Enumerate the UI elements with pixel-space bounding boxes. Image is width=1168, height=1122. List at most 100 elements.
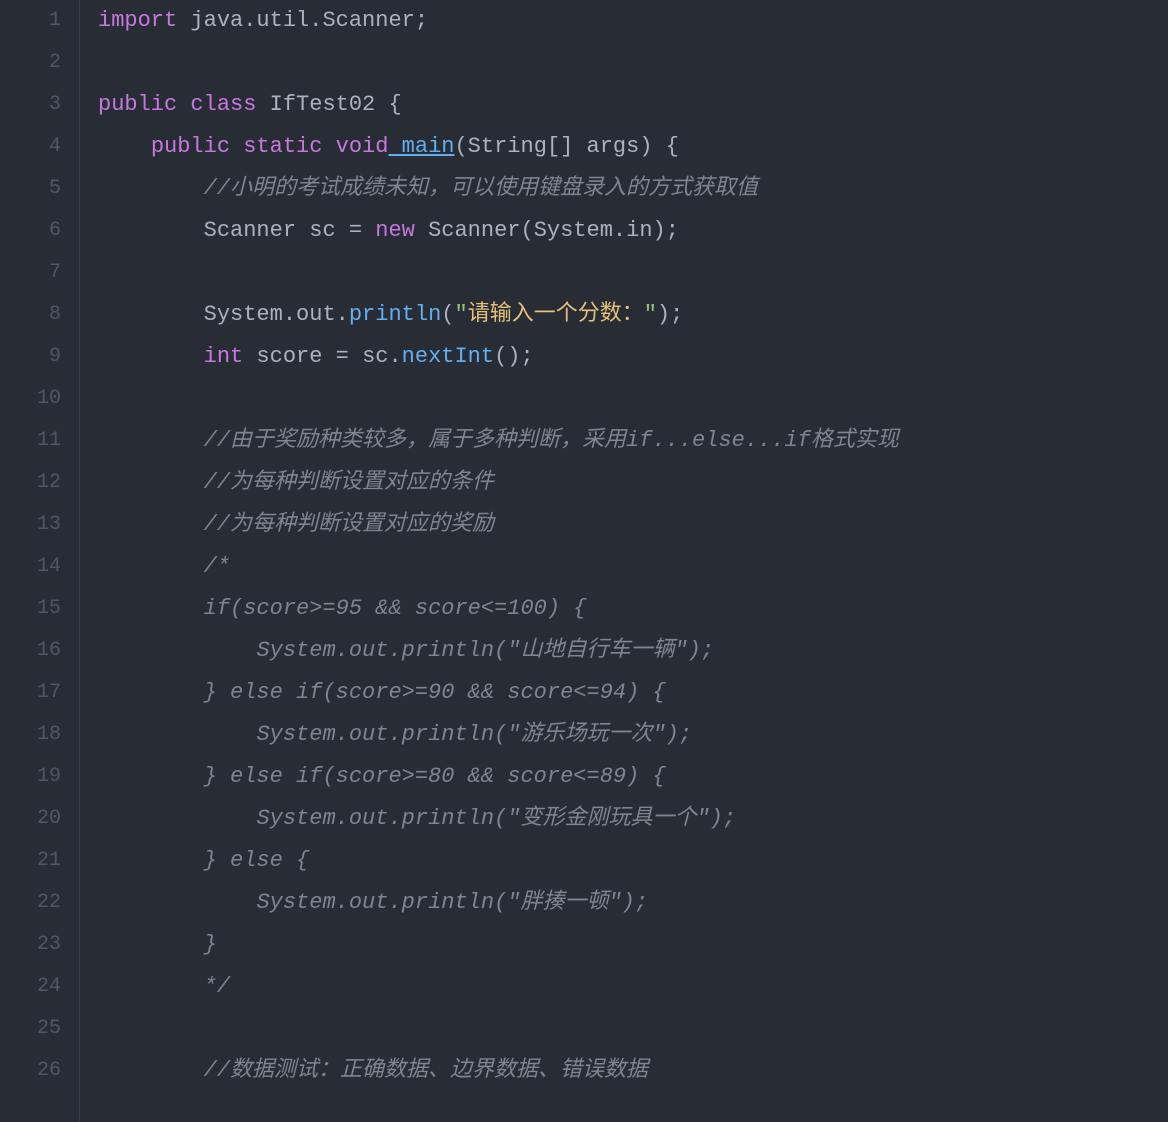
code-line-4[interactable]: public static void main(String[] args) {	[98, 126, 1168, 168]
quote: "	[644, 302, 657, 327]
comment: //小明的考试成绩未知，可以使用键盘录入的方式获取值	[204, 176, 758, 201]
package-path: java.util.Scanner;	[177, 8, 428, 33]
line-number: 14	[10, 546, 61, 588]
method-args: (String[] args) {	[454, 134, 678, 159]
quote: "	[454, 302, 467, 327]
indent	[98, 722, 256, 747]
code-line-19[interactable]: } else if(score>=80 && score<=89) {	[98, 756, 1168, 798]
method-main: main	[388, 134, 454, 159]
equals: =	[322, 344, 362, 369]
code-line-11[interactable]: //由于奖励种类较多，属于多种判断，采用if...else...if格式实现	[98, 420, 1168, 462]
line-number: 24	[10, 966, 61, 1008]
code-line-2[interactable]	[98, 42, 1168, 84]
code-line-13[interactable]: //为每种判断设置对应的奖励	[98, 504, 1168, 546]
line-number: 11	[10, 420, 61, 462]
code-line-10[interactable]	[98, 378, 1168, 420]
string-literal: 请输入一个分数：	[468, 302, 644, 327]
paren-open: (	[441, 302, 454, 327]
commented-code: System.out.println("胖揍一顿");	[256, 890, 648, 915]
code-line-9[interactable]: int score = sc.nextInt();	[98, 336, 1168, 378]
line-number: 19	[10, 756, 61, 798]
constructor: Scanner	[415, 218, 521, 243]
line-number: 21	[10, 840, 61, 882]
line-number: 16	[10, 630, 61, 672]
code-line-23[interactable]: }	[98, 924, 1168, 966]
code-editor: 1 2 3 4 5 6 7 8 9 10 11 12 13 14 15 16 1…	[0, 0, 1168, 1122]
code-line-26[interactable]: //数据测试：正确数据、边界数据、错误数据	[98, 1050, 1168, 1092]
method-println: println	[349, 302, 441, 327]
code-line-12[interactable]: //为每种判断设置对应的条件	[98, 462, 1168, 504]
indent	[98, 596, 204, 621]
indent	[98, 848, 204, 873]
commented-code: System.out.println("游乐场玩一次");	[256, 722, 692, 747]
comment: //为每种判断设置对应的奖励	[204, 512, 494, 537]
comment: //为每种判断设置对应的条件	[204, 470, 494, 495]
line-number: 4	[10, 126, 61, 168]
indent	[98, 638, 256, 663]
method-nextint: nextInt	[402, 344, 494, 369]
keyword-void: void	[322, 134, 388, 159]
line-number: 15	[10, 588, 61, 630]
line-number: 12	[10, 462, 61, 504]
equals: =	[336, 218, 376, 243]
line-number: 25	[10, 1008, 61, 1050]
line-number: 8	[10, 294, 61, 336]
code-line-8[interactable]: System.out.println("请输入一个分数：");	[98, 294, 1168, 336]
indent	[98, 974, 204, 999]
line-number: 17	[10, 672, 61, 714]
indent	[98, 806, 256, 831]
indent	[98, 764, 204, 789]
line-number: 1	[10, 0, 61, 42]
code-content[interactable]: import java.util.Scanner; public class I…	[80, 0, 1168, 1122]
code-line-15[interactable]: if(score>=95 && score<=100) {	[98, 588, 1168, 630]
sc-ref: sc.	[362, 344, 402, 369]
class-name: IfTest02	[256, 92, 375, 117]
indent	[98, 1058, 204, 1083]
keyword-public: public	[98, 92, 177, 117]
line-number: 5	[10, 168, 61, 210]
line-number: 2	[10, 42, 61, 84]
code-line-17[interactable]: } else if(score>=90 && score<=94) {	[98, 672, 1168, 714]
commented-code: System.out.println("山地自行车一辆");	[256, 638, 714, 663]
line-number-gutter: 1 2 3 4 5 6 7 8 9 10 11 12 13 14 15 16 1…	[0, 0, 80, 1122]
indent	[98, 428, 204, 453]
commented-code: } else if(score>=90 && score<=94) {	[204, 680, 666, 705]
code-line-24[interactable]: */	[98, 966, 1168, 1008]
call-end: ();	[494, 344, 534, 369]
line-number: 26	[10, 1050, 61, 1092]
code-line-14[interactable]: /*	[98, 546, 1168, 588]
comment: //由于奖励种类较多，属于多种判断，采用if...else...if格式实现	[204, 428, 899, 453]
line-number: 10	[10, 378, 61, 420]
code-line-22[interactable]: System.out.println("胖揍一顿");	[98, 882, 1168, 924]
indent	[98, 302, 204, 327]
code-line-20[interactable]: System.out.println("变形金刚玩具一个");	[98, 798, 1168, 840]
commented-code: } else if(score>=80 && score<=89) {	[204, 764, 666, 789]
keyword-static: static	[230, 134, 322, 159]
line-number: 6	[10, 210, 61, 252]
system-out: System.out.	[204, 302, 349, 327]
code-line-16[interactable]: System.out.println("山地自行车一辆");	[98, 630, 1168, 672]
indent	[98, 512, 204, 537]
line-number: 7	[10, 252, 61, 294]
indent	[98, 554, 204, 579]
commented-code: }	[204, 932, 217, 957]
code-line-5[interactable]: //小明的考试成绩未知，可以使用键盘录入的方式获取值	[98, 168, 1168, 210]
line-number: 22	[10, 882, 61, 924]
block-comment-start: /*	[204, 554, 230, 579]
type-scanner: Scanner	[204, 218, 296, 243]
indent	[98, 218, 204, 243]
keyword-new: new	[375, 218, 415, 243]
code-line-6[interactable]: Scanner sc = new Scanner(System.in);	[98, 210, 1168, 252]
brace: {	[375, 92, 401, 117]
comment: //数据测试：正确数据、边界数据、错误数据	[204, 1058, 648, 1083]
keyword-int: int	[204, 344, 244, 369]
code-line-1[interactable]: import java.util.Scanner;	[98, 0, 1168, 42]
code-line-21[interactable]: } else {	[98, 840, 1168, 882]
line-number: 3	[10, 84, 61, 126]
code-line-7[interactable]	[98, 252, 1168, 294]
code-line-18[interactable]: System.out.println("游乐场玩一次");	[98, 714, 1168, 756]
indent	[98, 680, 204, 705]
keyword-public: public	[151, 134, 230, 159]
code-line-25[interactable]	[98, 1008, 1168, 1050]
code-line-3[interactable]: public class IfTest02 {	[98, 84, 1168, 126]
